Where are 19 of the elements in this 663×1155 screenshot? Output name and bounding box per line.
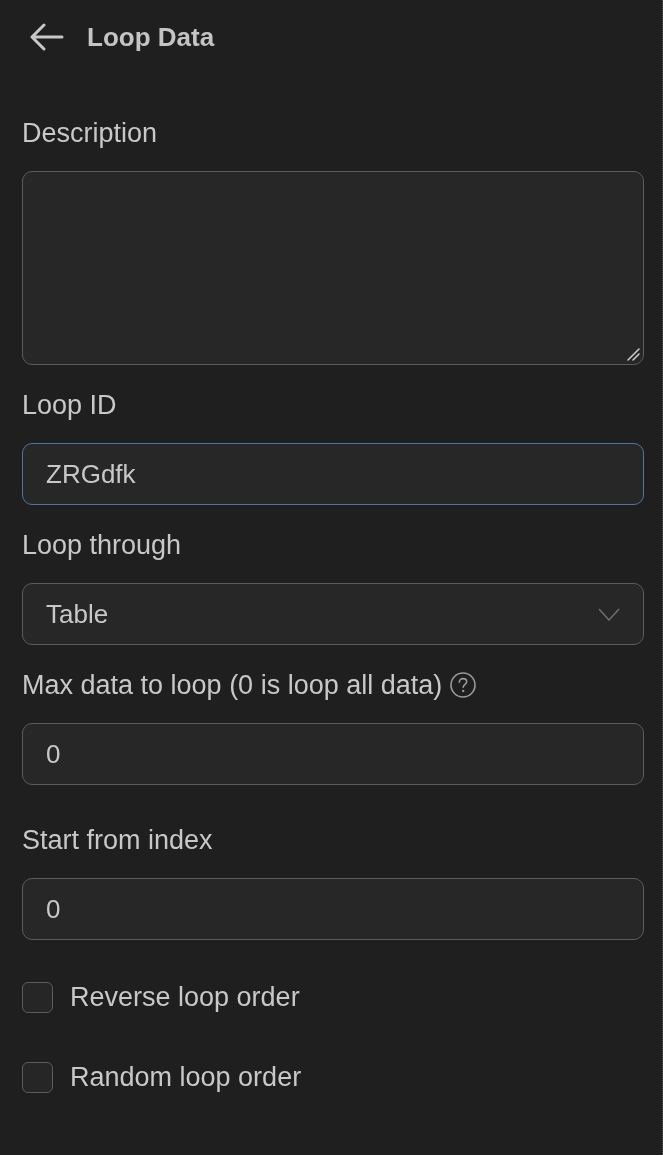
dropdown[interactable]: Table [22,583,644,645]
field-label: Max data to loop (0 is loop all data) [22,669,443,702]
textarea-field[interactable] [22,171,644,365]
field-label: Loop ID [22,389,117,422]
field-label: Loop through [22,529,182,562]
input-field[interactable]: ZRGdfk [22,443,644,505]
input-field[interactable]: 0 [22,878,644,940]
page-title: Loop Data [87,21,215,53]
back-arrow-icon[interactable] [30,23,64,51]
field-label: Description [22,117,158,150]
checkbox-label[interactable]: Reverse loop order [70,982,300,1013]
help-icon[interactable] [450,672,477,698]
input-field[interactable]: 0 [22,723,644,785]
field-label: Start from index [22,824,213,857]
checkbox[interactable] [22,1062,53,1093]
checkbox-label[interactable]: Random loop order [70,1062,302,1093]
resize-grip-icon[interactable] [627,348,640,361]
chevron-down-icon [598,607,620,621]
checkbox[interactable] [22,982,53,1013]
